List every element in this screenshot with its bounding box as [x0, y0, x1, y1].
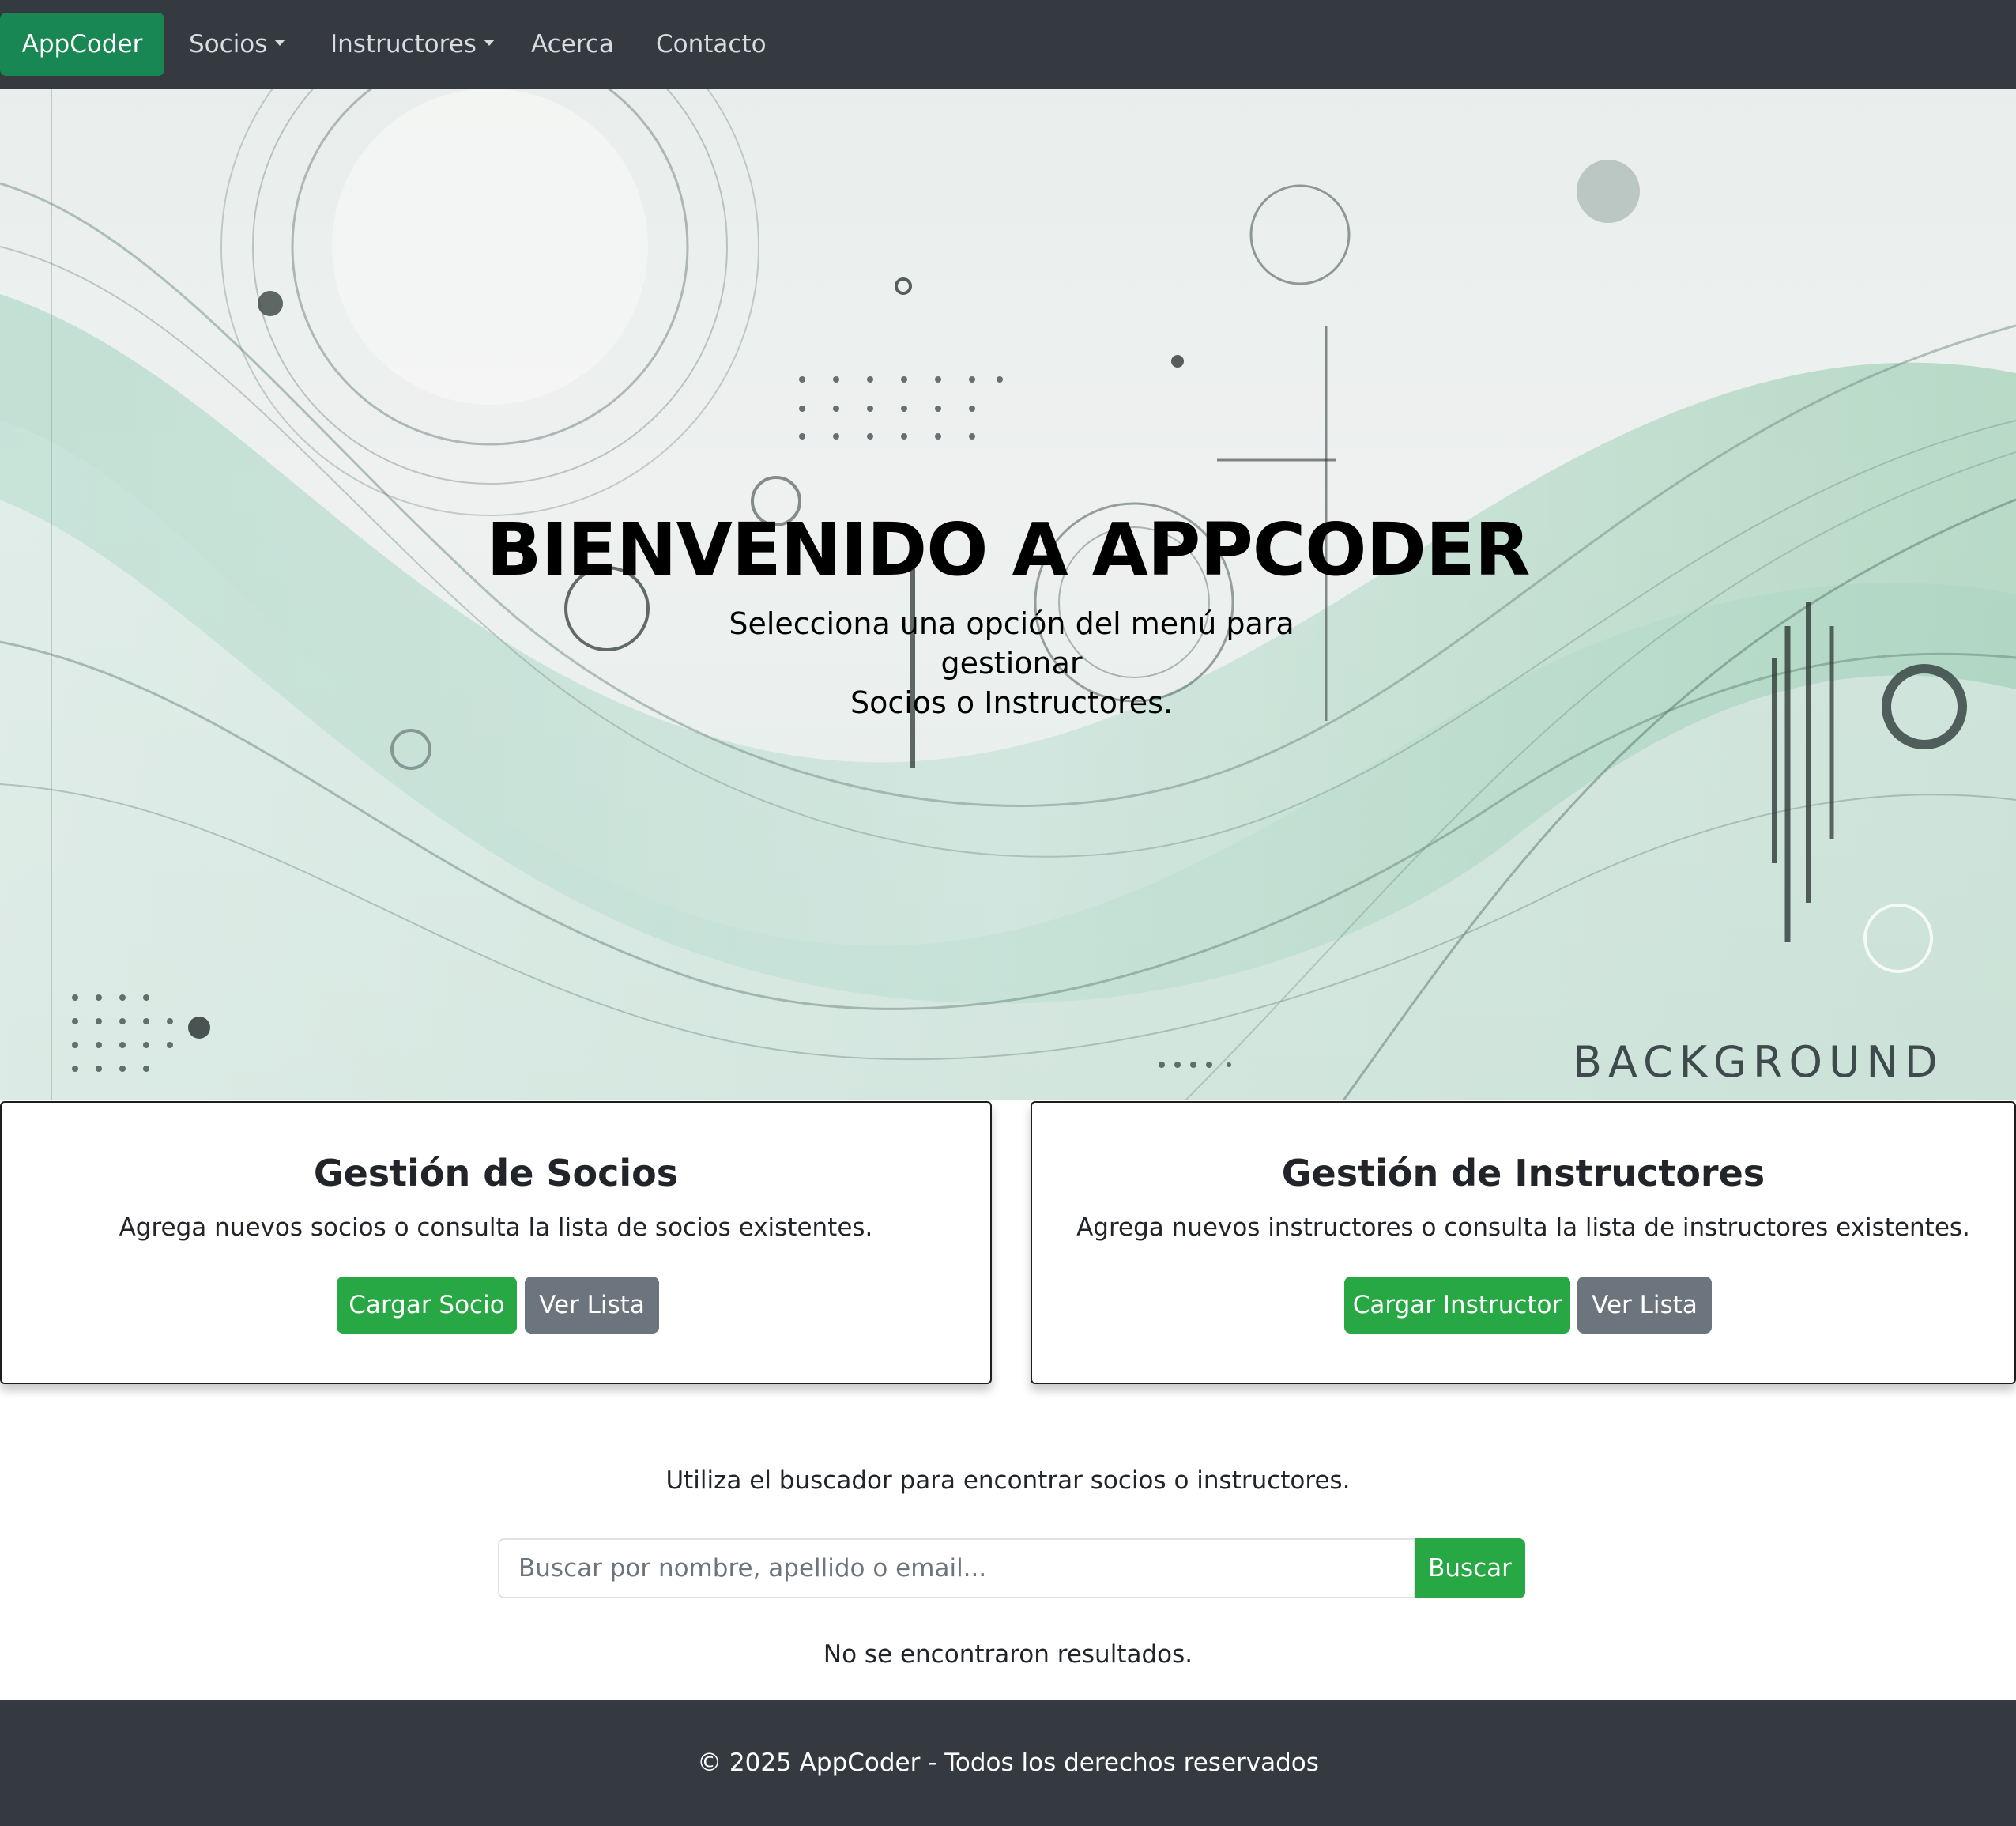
ver-lista-socios-button[interactable]: Ver Lista: [525, 1277, 659, 1334]
nav-item-label: Socios: [189, 30, 268, 58]
footer: © 2025 AppCoder - Todos los derechos res…: [0, 1700, 2016, 1826]
background-watermark-text: BACKGROUND: [1573, 1037, 1944, 1087]
card-text: Agrega nuevos socios o consulta la lista…: [119, 1213, 873, 1242]
nav-item-contacto[interactable]: Contacto: [656, 0, 767, 89]
nav-item-label: Acerca: [531, 30, 614, 58]
nav-item-acerca[interactable]: Acerca: [531, 0, 614, 89]
hero-title: BIENVENIDO A APPCODER: [486, 507, 1530, 592]
cargar-socio-button[interactable]: Cargar Socio: [337, 1277, 517, 1334]
caret-down-icon: [274, 40, 286, 46]
search-hint: Utiliza el buscador para encontrar socio…: [665, 1466, 1351, 1495]
instructores-card: Gestión de Instructores Agrega nuevos in…: [1031, 1101, 2016, 1384]
cargar-instructor-button[interactable]: Cargar Instructor: [1344, 1277, 1570, 1334]
hero-background-art: [0, 89, 2016, 1100]
hero-subtitle-line: Selecciona una opción del menú para gest…: [729, 606, 1294, 681]
hero-subtitle-line: Socios o Instructores.: [850, 685, 1174, 720]
nav-item-label: Contacto: [656, 30, 767, 58]
nav-item-label: Instructores: [330, 30, 477, 58]
nav-item-instructores[interactable]: Instructores: [330, 0, 495, 89]
caret-down-icon: [483, 40, 495, 46]
hero-subtitle: Selecciona una opción del menú para gest…: [664, 604, 1359, 722]
nav-item-socios[interactable]: Socios: [189, 0, 286, 89]
brand-link[interactable]: AppCoder: [0, 13, 164, 76]
ver-lista-instructores-button[interactable]: Ver Lista: [1577, 1277, 1712, 1334]
card-title: Gestión de Instructores: [1281, 1152, 1765, 1194]
search-input[interactable]: [498, 1538, 1415, 1598]
search-button[interactable]: Buscar: [1415, 1538, 1525, 1598]
top-navbar: AppCoder Socios Instructores Acerca Cont…: [0, 0, 2016, 89]
footer-copyright: © 2025 AppCoder - Todos los derechos res…: [697, 1749, 1319, 1777]
socios-card: Gestión de Socios Agrega nuevos socios o…: [0, 1101, 992, 1384]
card-text: Agrega nuevos instructores o consulta la…: [1076, 1213, 1970, 1242]
card-title: Gestión de Socios: [313, 1152, 679, 1194]
hero-banner: BIENVENIDO A APPCODER Selecciona una opc…: [0, 89, 2016, 1100]
no-results-message: No se encontraron resultados.: [823, 1640, 1193, 1669]
